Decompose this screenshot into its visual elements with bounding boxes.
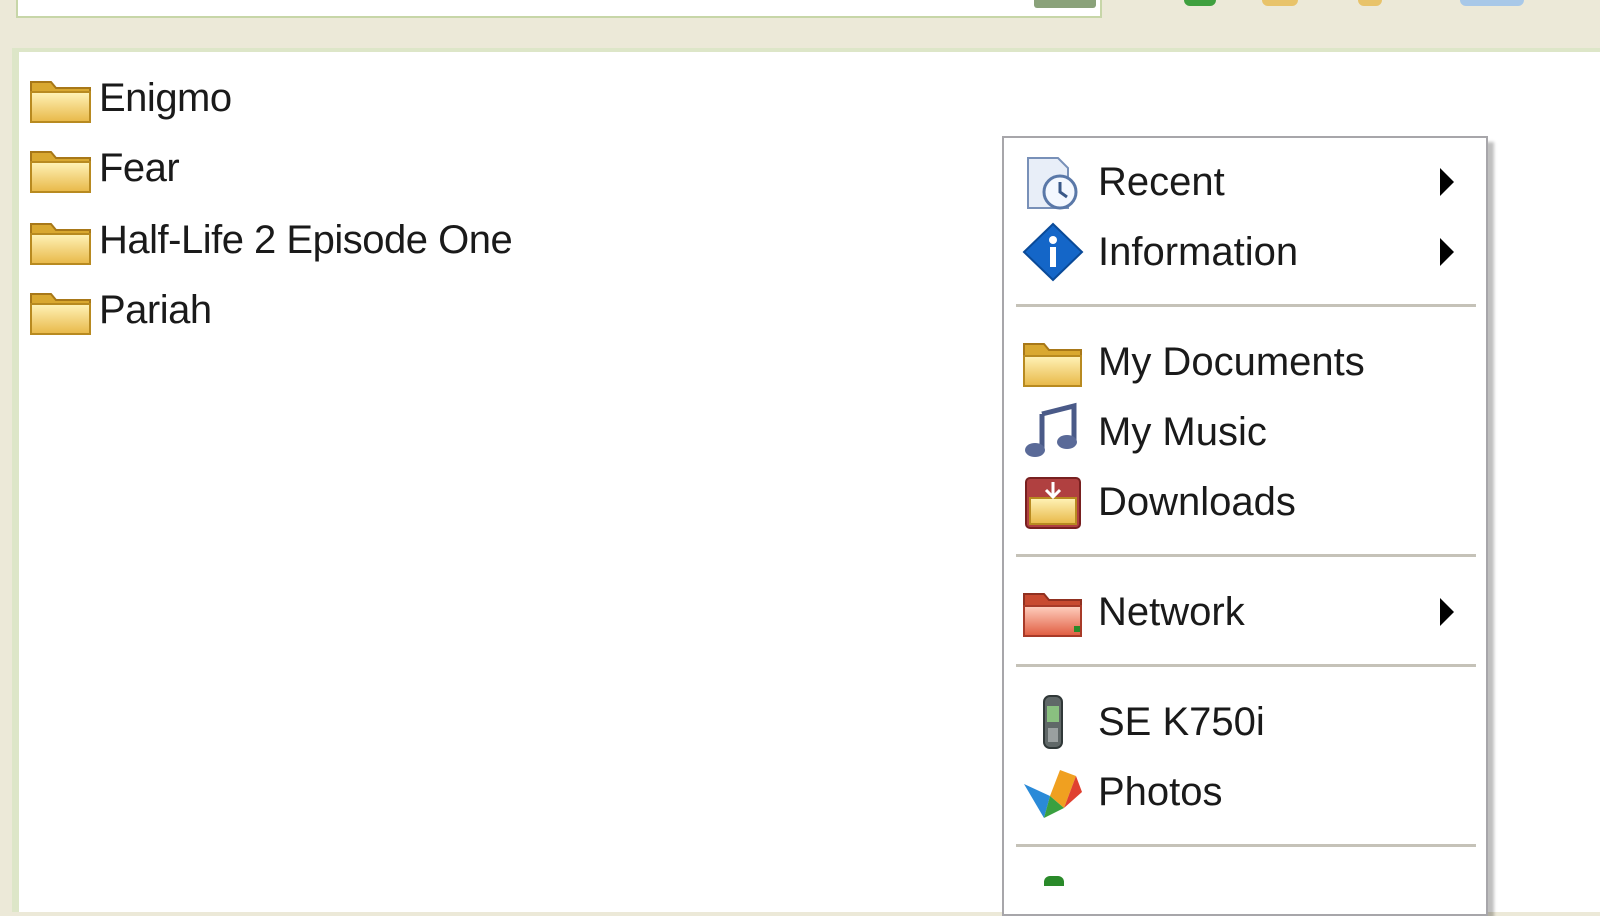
file-name: Enigmo [99, 75, 232, 120]
menu-item-my-documents[interactable]: My Documents [1018, 330, 1474, 394]
menu-separator [1016, 664, 1476, 667]
toolbar-views-icon[interactable] [1460, 0, 1524, 6]
file-item-pariah[interactable]: Pariah [27, 280, 212, 340]
context-menu: Recent Information My Documents My Music… [1002, 136, 1488, 916]
mobile-phone-icon [1018, 690, 1088, 754]
menu-separator [1016, 304, 1476, 307]
menu-item-label: My Music [1098, 409, 1267, 454]
recent-documents-icon [1018, 150, 1088, 214]
folder-icon [30, 223, 91, 265]
file-item-half-life-2-episode-one[interactable]: Half-Life 2 Episode One [27, 210, 513, 270]
menu-item-recent[interactable]: Recent [1018, 150, 1474, 214]
menu-item-label: Information [1098, 229, 1299, 274]
downloads-icon [1018, 470, 1088, 534]
folder-icon [30, 151, 91, 193]
file-item-enigmo[interactable]: Enigmo [27, 68, 232, 128]
folder-icon [30, 293, 91, 335]
submenu-arrow-icon [1440, 598, 1454, 626]
submenu-arrow-icon [1440, 168, 1454, 196]
menu-item-se-k750i[interactable]: SE K750i [1018, 690, 1474, 754]
folder-icon [1018, 330, 1088, 394]
music-icon [1018, 400, 1088, 464]
menu-item-label: Recent [1098, 159, 1225, 204]
file-name: Half-Life 2 Episode One [99, 217, 513, 262]
menu-item-label: Network [1098, 589, 1245, 634]
network-folder-icon [1018, 580, 1088, 644]
file-name: Fear [99, 145, 180, 190]
address-toolbar [0, 0, 1600, 46]
menu-item-label: Downloads [1098, 479, 1296, 524]
toolbar-folder-icon[interactable] [1262, 0, 1298, 6]
file-name: Pariah [99, 287, 212, 332]
submenu-arrow-icon [1440, 238, 1454, 266]
menu-separator [1016, 554, 1476, 557]
toolbar-green-icon[interactable] [1184, 0, 1216, 6]
menu-item-label: Photos [1098, 769, 1223, 814]
menu-item-information[interactable]: Information [1018, 220, 1474, 284]
photos-icon [1018, 760, 1088, 824]
menu-item-label: My Documents [1098, 339, 1365, 384]
address-bar[interactable] [16, 0, 1102, 18]
menu-item-downloads[interactable]: Downloads [1018, 470, 1474, 534]
menu-item-my-music[interactable]: My Music [1018, 400, 1474, 464]
file-item-fear[interactable]: Fear [27, 138, 180, 198]
information-icon [1018, 220, 1088, 284]
menu-item-label: SE K750i [1098, 699, 1265, 744]
partial-menu-item-icon [1044, 876, 1064, 886]
menu-item-network[interactable]: Network [1018, 580, 1474, 644]
menu-separator [1016, 844, 1476, 847]
folder-icon [30, 81, 91, 123]
go-button[interactable] [1034, 0, 1096, 8]
menu-item-photos[interactable]: Photos [1018, 760, 1474, 824]
toolbar-folder-up-icon[interactable] [1358, 0, 1382, 6]
